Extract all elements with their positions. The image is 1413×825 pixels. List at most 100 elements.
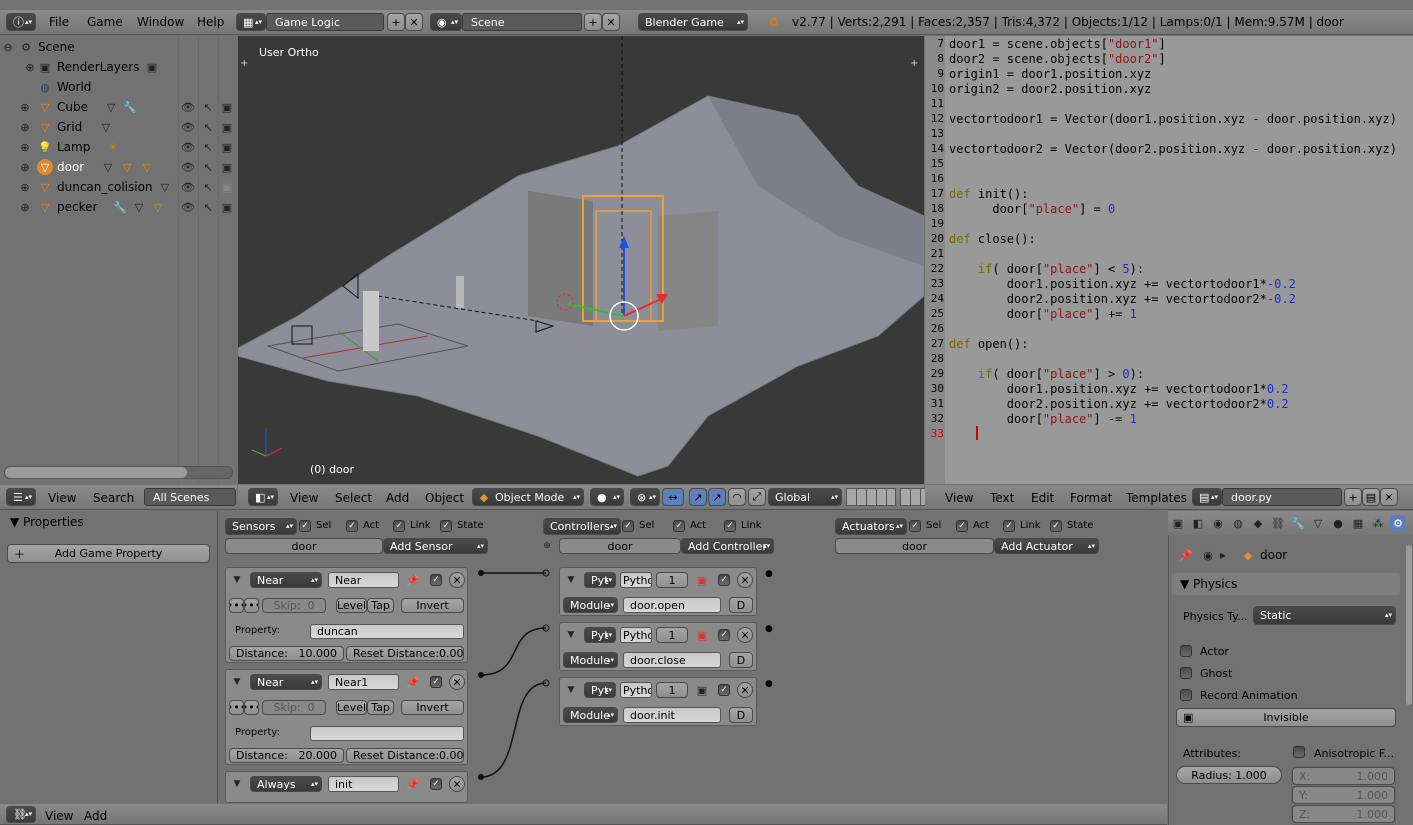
outliner-row-cube[interactable]: ⊕ ▽ Cube ▽ 🔧 👁 ↖ ▣ (0, 97, 236, 117)
code-line[interactable]: if( door["place"] > 0): (949, 367, 1144, 381)
code-line[interactable]: def init(): (949, 187, 1028, 201)
menu-help[interactable]: Help (197, 15, 224, 29)
controller-debug-button[interactable]: D (729, 652, 753, 668)
distance-field[interactable]: Distance: 10.000 (229, 646, 344, 661)
collapse-arrow-icon[interactable]: ▼ (229, 572, 245, 588)
scene-name-field[interactable]: Scene (462, 13, 582, 31)
pin-icon[interactable]: 📌 (405, 776, 421, 792)
controller-mode-dropdown[interactable]: Module (563, 597, 618, 613)
anisotropic-x-field[interactable]: X: 1.000 (1292, 767, 1395, 785)
viewport-editor-type[interactable]: ◧ (248, 488, 278, 506)
cursor-icon[interactable]: ↖ (200, 179, 216, 195)
expand-icon[interactable]: ⊕ (17, 139, 33, 155)
outliner-label[interactable]: door (57, 160, 84, 174)
cursor-icon[interactable]: ↖ (200, 139, 216, 155)
controller-remove-button[interactable]: ✕ (737, 572, 753, 588)
code-line[interactable]: vectortodoor2 = Vector(door2.position.xy… (949, 142, 1397, 156)
render-tab-icon[interactable]: ▣ (1170, 515, 1186, 531)
expand-icon[interactable]: ⊕ (17, 199, 33, 215)
controllers-dropdown[interactable]: Controllers (543, 518, 621, 535)
text-datablock-dropdown[interactable]: ▤ (1192, 488, 1222, 506)
controller-mode-dropdown[interactable]: Module (563, 652, 618, 668)
expand-icon[interactable]: ⊖ (0, 39, 16, 55)
controller-output-dot[interactable]: ● (765, 624, 773, 634)
view-split-plus-icon[interactable]: + (240, 58, 248, 69)
add-layout-button[interactable]: + (387, 13, 405, 31)
invert-button[interactable]: Invert (401, 598, 464, 613)
distance-field[interactable]: Distance: 20.000 (229, 748, 344, 763)
controller-name-field[interactable]: Pytho (620, 627, 652, 643)
text-menu-view[interactable]: View (945, 491, 973, 505)
code-line[interactable]: door2.position.xyz += vectortodoor2*-0.2 (949, 292, 1296, 306)
camera-render-icon[interactable]: ▣ (219, 159, 235, 175)
controller-output-dot[interactable]: ● (765, 569, 773, 579)
code-line[interactable]: door["place"] = 0 (949, 202, 1115, 216)
world-tab-icon[interactable]: ◍ (1230, 515, 1246, 531)
pulse-true-button[interactable]: ••• (229, 598, 244, 613)
code-line[interactable]: def open(): (949, 337, 1028, 351)
sensor-type-dropdown[interactable]: Near (250, 572, 322, 588)
outliner-display-filter[interactable]: All Scenes (144, 488, 236, 506)
priority-icon[interactable]: ▣ (694, 682, 710, 698)
eye-icon[interactable]: 👁 (180, 159, 196, 175)
ghost-checkbox[interactable] (1180, 667, 1192, 679)
sensor-remove-button[interactable]: ✕ (449, 776, 465, 792)
cursor-icon[interactable]: ↖ (200, 199, 216, 215)
layout-name-field[interactable]: Game Logic (266, 13, 384, 31)
sensor-remove-button[interactable]: ✕ (449, 572, 465, 588)
logic-menu-view[interactable]: View (45, 809, 73, 823)
pulse-false-button[interactable]: ••• (244, 700, 259, 715)
camera-render-icon[interactable]: ▣ (219, 179, 235, 195)
anisotropic-checkbox[interactable] (1293, 746, 1305, 758)
text-menu-format[interactable]: Format (1070, 491, 1112, 505)
actor-checkbox[interactable] (1180, 645, 1192, 657)
logic-editor-type[interactable]: ⛓ (6, 806, 36, 823)
rotate-toggle[interactable]: ↗ (708, 488, 726, 506)
outliner-row-world[interactable]: ◍ World (0, 77, 236, 97)
reset-distance-field[interactable]: Reset Distance:0.000 (346, 748, 464, 763)
eye-icon[interactable]: 👁 (180, 99, 196, 115)
controller-output-dot[interactable]: ● (765, 679, 773, 689)
add-sensor-dropdown[interactable]: Add Sensor (383, 538, 488, 554)
controller-module-field[interactable]: door.open (623, 597, 721, 613)
remove-layout-button[interactable]: ✕ (405, 13, 423, 31)
renderlayer-settings-icon[interactable]: ▣ (144, 59, 160, 75)
code-line[interactable]: origin2 = door2.position.xyz (949, 82, 1151, 96)
camera-render-icon[interactable]: ▣ (219, 99, 235, 115)
outliner-row-door[interactable]: ⊕ ▽ door ▽ ▽ ▽ 👁 ↖ ▣ (0, 157, 236, 177)
translate-toggle[interactable]: ↗ (689, 488, 707, 506)
cursor-icon[interactable]: ↖ (200, 119, 216, 135)
code-line[interactable]: origin1 = door1.position.xyz (949, 67, 1151, 81)
code-line[interactable]: door1.position.xyz += vectortodoor1*-0.2 (949, 277, 1296, 291)
pivot-dropdown[interactable]: ⊛ (630, 488, 660, 506)
level-button[interactable]: Level (336, 598, 367, 613)
material-tab-icon[interactable]: ● (1330, 515, 1346, 531)
outliner-label[interactable]: duncan_colision (57, 180, 153, 194)
object-tab-icon[interactable]: ◆ (1250, 515, 1266, 531)
eye-icon[interactable]: 👁 (180, 119, 196, 135)
radius-field[interactable]: Radius: 1.000 (1176, 766, 1282, 784)
property-field[interactable]: duncan (310, 624, 464, 639)
expand-icon[interactable]: ⊕ (17, 179, 33, 195)
actuators-state-checkbox[interactable]: ✓ (1050, 520, 1062, 532)
controllers-act-checkbox[interactable]: ✓ (673, 520, 685, 532)
camera-render-icon[interactable]: ▣ (219, 199, 235, 215)
expand-icon[interactable]: ⊕ (17, 119, 33, 135)
add-scene-button[interactable]: + (584, 13, 602, 31)
eye-icon[interactable]: 👁 (180, 139, 196, 155)
text-menu-edit[interactable]: Edit (1031, 491, 1054, 505)
properties-panel-header[interactable]: ▼ Properties (10, 515, 84, 529)
add-actuator-dropdown[interactable]: Add Actuator (994, 538, 1099, 554)
tap-button[interactable]: Tap (367, 598, 394, 613)
menu-window[interactable]: Window (137, 15, 184, 29)
controller-active-checkbox[interactable]: ✓ (718, 629, 730, 641)
controller-module-field[interactable]: door.init (623, 707, 721, 723)
anisotropic-y-field[interactable]: Y: 1.000 (1292, 786, 1395, 804)
reset-distance-field[interactable]: Reset Distance:0.000 (346, 646, 464, 661)
sensors-act-checkbox[interactable]: ✓ (346, 520, 358, 532)
actuators-dropdown[interactable]: Actuators (835, 518, 907, 535)
outliner-row-pecker[interactable]: ⊕ ▽ pecker 🔧 ▽ ▽ 👁 ↖ ▣ (0, 197, 236, 217)
scene-type-icon[interactable]: ◉ (430, 13, 462, 31)
controller-type-dropdown[interactable]: Pyt (584, 682, 616, 698)
outliner-label[interactable]: pecker (57, 200, 97, 214)
